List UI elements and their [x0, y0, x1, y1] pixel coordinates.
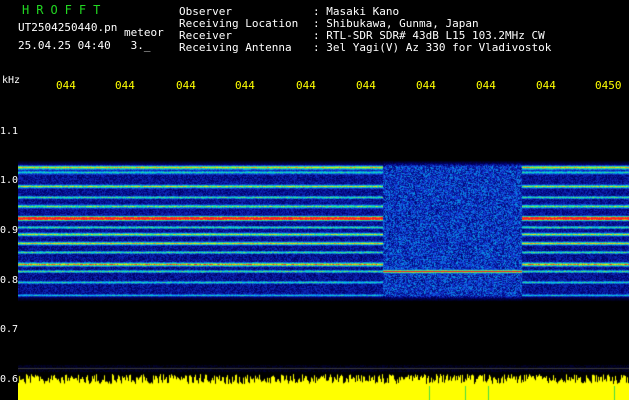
y-tick-label: 0.8 [0, 275, 19, 286]
y-tick-label: 1.1 [0, 126, 19, 137]
frequency-unit-label: kHz [2, 75, 21, 86]
time-tick-label: 044 [356, 79, 376, 92]
time-tick-label: 044 [476, 79, 496, 92]
y-tick-label: 0.7 [0, 324, 19, 335]
time-tick-label: 044 [115, 79, 135, 92]
datetime-extra: 3._ [130, 39, 151, 52]
y-tick-label: 1.0 [0, 175, 19, 186]
capture-datetime: 25.04.25 04:40 3._ [18, 40, 150, 51]
info-row-antenna: Receiving Antenna : 3el Yagi(V) Az 330 fo… [179, 42, 551, 54]
info-label: Receiving Antenna [179, 41, 292, 54]
spectrogram-canvas [18, 96, 629, 400]
time-tick-label: 044 [296, 79, 316, 92]
station-info: Observer: Masaki Kano Receiving Location… [179, 6, 551, 54]
app-brand: HROFFT [22, 3, 108, 17]
y-tick-label: 0.6 [0, 374, 19, 385]
file-suffix: meteor [124, 26, 164, 39]
time-tick-label: 044 [56, 79, 76, 92]
info-value: : 3el Yagi(V) Az 330 for Vladivostok [313, 41, 552, 54]
time-tick-label: 044 [416, 79, 436, 92]
time-tick-label: 044 [176, 79, 196, 92]
y-tick-label: 0.9 [0, 225, 19, 236]
time-tick-label: 044 [536, 79, 556, 92]
time-tick-label: 044 [235, 79, 255, 92]
datetime-value: 25.04.25 04:40 [18, 39, 111, 52]
file-name: UT2504250440.pn [18, 21, 118, 34]
time-tick-label: 0450 [595, 79, 622, 92]
